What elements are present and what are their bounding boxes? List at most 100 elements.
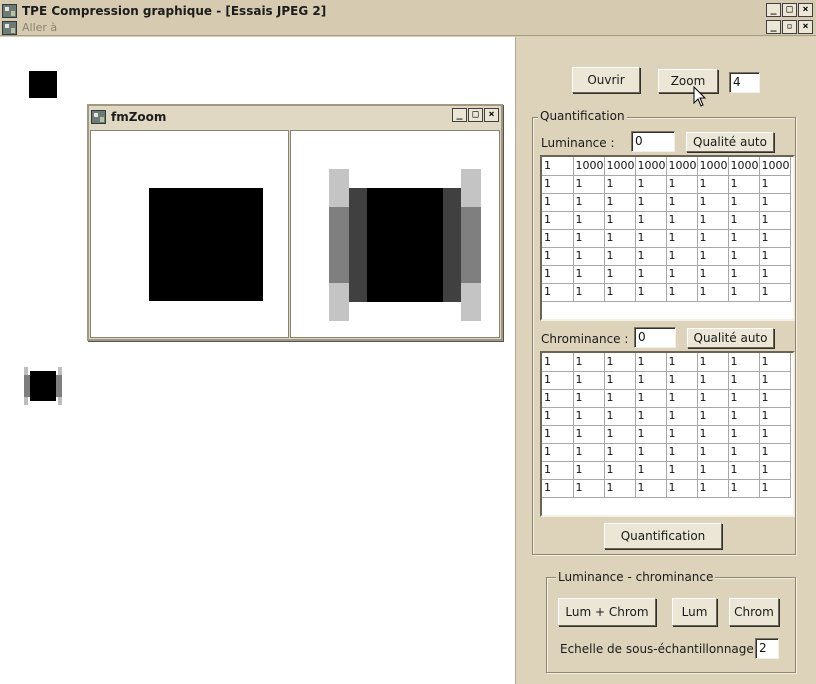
matrix-cell[interactable]: 1 [542,228,574,248]
open-button[interactable]: Ouvrir [572,67,640,93]
matrix-cell[interactable]: 1 [696,424,729,444]
lum-button[interactable]: Lum [672,598,717,626]
matrix-cell[interactable]: 1 [572,192,605,212]
matrix-cell[interactable]: 1 [572,478,605,498]
menu-item-aller-a[interactable]: Aller à [22,21,57,34]
matrix-cell[interactable]: 1 [634,478,667,498]
matrix-cell[interactable]: 1 [634,424,667,444]
matrix-cell[interactable]: 1 [665,370,698,390]
matrix-cell[interactable]: 1 [634,282,667,302]
matrix-cell[interactable]: 1 [727,264,760,284]
matrix-cell[interactable]: 1 [758,424,791,444]
matrix-cell[interactable]: 1 [758,282,791,302]
matrix-cell[interactable]: 1 [572,246,605,266]
matrix-cell[interactable]: 1 [696,442,729,462]
matrix-cell[interactable]: 1 [665,478,698,498]
matrix-cell[interactable]: 1 [542,246,574,266]
matrix-cell[interactable]: 1 [603,174,636,194]
matrix-cell[interactable]: 1 [665,388,698,408]
matrix-cell[interactable]: 1 [603,192,636,212]
matrix-cell[interactable]: 1 [727,388,760,408]
matrix-cell[interactable]: 1 [603,424,636,444]
matrix-cell[interactable]: 1 [696,282,729,302]
matrix-cell[interactable]: 1 [542,442,574,462]
matrix-cell[interactable]: 1 [665,192,698,212]
luminance-quality-input[interactable]: 0 [631,131,675,152]
matrix-cell[interactable]: 1 [572,442,605,462]
matrix-cell[interactable]: 1000 [572,157,605,176]
zoom-minimize-button[interactable]: _ [452,108,467,122]
matrix-cell[interactable]: 1 [696,478,729,498]
matrix-cell[interactable]: 1 [572,388,605,408]
matrix-cell[interactable]: 1 [634,174,667,194]
matrix-cell[interactable]: 1 [603,442,636,462]
matrix-cell[interactable]: 1 [696,460,729,480]
chrominance-auto-quality-button[interactable]: Qualité auto [687,328,774,348]
subsampling-scale-input[interactable]: 2 [755,638,779,659]
chrominance-matrix[interactable]: 1111111111111111111111111111111111111111… [540,351,795,517]
matrix-cell[interactable]: 1 [727,192,760,212]
matrix-cell[interactable]: 1 [603,353,636,372]
matrix-cell[interactable]: 1 [665,246,698,266]
matrix-cell[interactable]: 1 [665,210,698,230]
matrix-cell[interactable]: 1 [603,478,636,498]
zoom-factor-input[interactable]: 4 [729,72,760,93]
matrix-cell[interactable]: 1 [603,246,636,266]
matrix-cell[interactable]: 1 [542,388,574,408]
matrix-cell[interactable]: 1000 [665,157,698,176]
zoom-close-button[interactable]: × [484,108,499,122]
matrix-cell[interactable]: 1 [727,353,760,372]
matrix-cell[interactable]: 1 [542,264,574,284]
matrix-cell[interactable]: 1 [572,282,605,302]
matrix-cell[interactable]: 1 [696,246,729,266]
matrix-cell[interactable]: 1 [758,353,791,372]
quantification-button[interactable]: Quantification [604,523,722,549]
matrix-cell[interactable]: 1 [572,353,605,372]
matrix-cell[interactable]: 1 [572,370,605,390]
matrix-cell[interactable]: 1 [727,460,760,480]
matrix-cell[interactable]: 1 [542,370,574,390]
matrix-cell[interactable]: 1 [542,192,574,212]
matrix-cell[interactable]: 1 [603,228,636,248]
matrix-cell[interactable]: 1 [665,228,698,248]
matrix-cell[interactable]: 1 [542,460,574,480]
minimize-button[interactable]: _ [766,3,781,17]
matrix-cell[interactable]: 1 [758,388,791,408]
matrix-cell[interactable]: 1 [696,174,729,194]
chrom-button[interactable]: Chrom [729,598,779,626]
matrix-cell[interactable]: 1 [727,174,760,194]
matrix-cell[interactable]: 1 [665,353,698,372]
matrix-cell[interactable]: 1 [696,264,729,284]
matrix-cell[interactable]: 1 [634,210,667,230]
matrix-cell[interactable]: 1 [665,406,698,426]
matrix-cell[interactable]: 1 [572,424,605,444]
matrix-cell[interactable]: 1 [603,460,636,480]
matrix-cell[interactable]: 1 [634,264,667,284]
matrix-cell[interactable]: 1 [727,228,760,248]
matrix-cell[interactable]: 1 [603,264,636,284]
matrix-cell[interactable]: 1 [696,388,729,408]
matrix-cell[interactable]: 1 [542,282,574,302]
matrix-cell[interactable]: 1 [542,406,574,426]
matrix-cell[interactable]: 1 [665,442,698,462]
matrix-cell[interactable]: 1 [603,210,636,230]
matrix-cell[interactable]: 1 [758,210,791,230]
matrix-cell[interactable]: 1 [696,210,729,230]
matrix-cell[interactable]: 1000 [696,157,729,176]
matrix-cell[interactable]: 1 [758,228,791,248]
matrix-cell[interactable]: 1 [727,424,760,444]
matrix-cell[interactable]: 1 [727,442,760,462]
luminance-matrix[interactable]: 1 1000 1000 1000 1000 1000 1000 1000 1 1 1 1 1 1 1 1 1 1 1… [540,155,795,321]
matrix-cell[interactable]: 1 [634,246,667,266]
matrix-cell[interactable]: 1 [542,424,574,444]
matrix-cell[interactable]: 1 [758,406,791,426]
matrix-cell[interactable]: 1 [634,192,667,212]
child-minimize-button[interactable]: _ [766,20,781,34]
matrix-cell[interactable]: 1 [727,370,760,390]
matrix-cell[interactable]: 1 [758,370,791,390]
matrix-cell[interactable]: 1 [542,210,574,230]
zoom-maximize-button[interactable]: □ [468,108,483,122]
matrix-cell[interactable]: 1 [603,370,636,390]
matrix-cell[interactable]: 1 [542,174,574,194]
matrix-cell[interactable]: 1 [758,174,791,194]
